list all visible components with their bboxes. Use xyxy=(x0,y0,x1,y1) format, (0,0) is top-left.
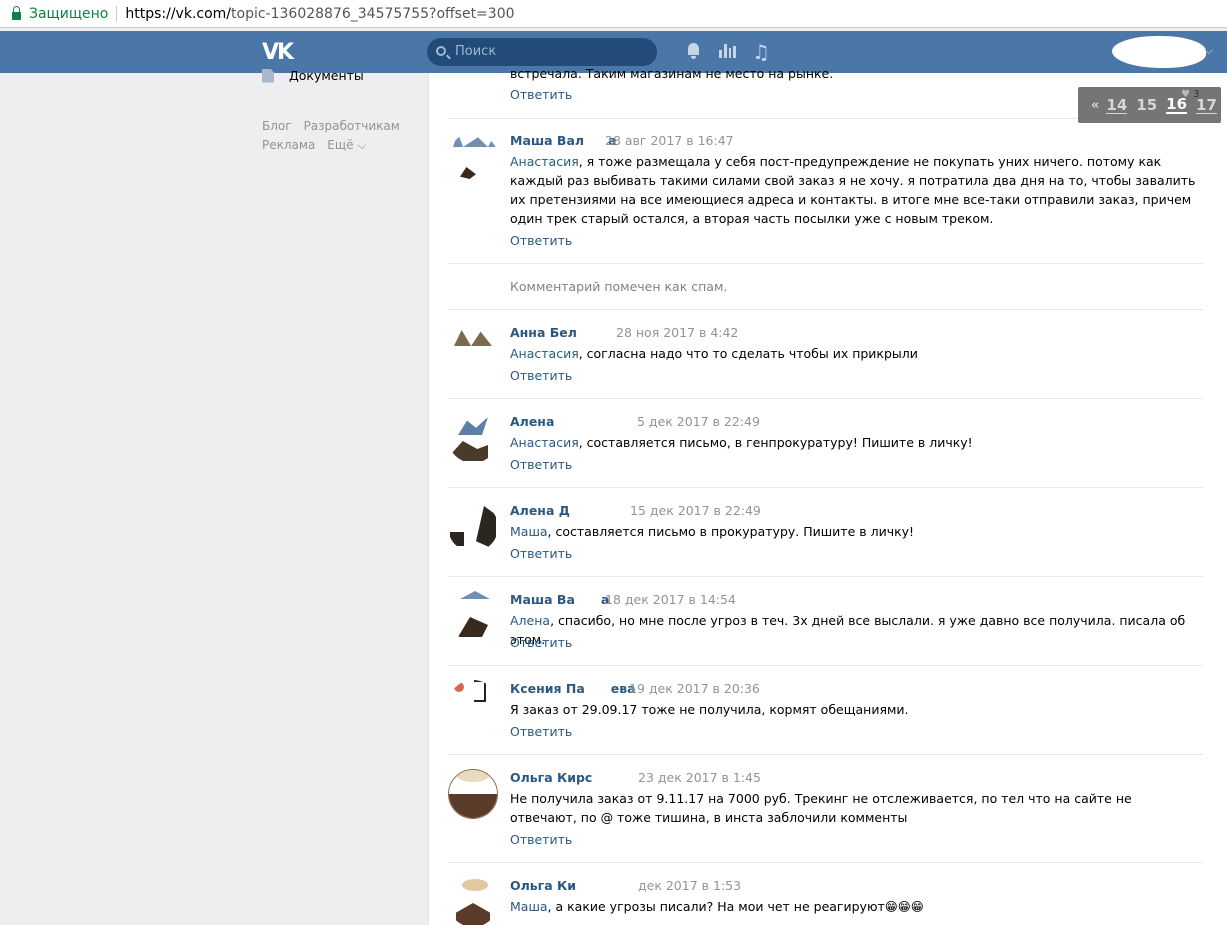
footer-links: Блог Разработчикам Реклама Ещё ⌵ xyxy=(262,117,412,155)
footer-link-ads[interactable]: Реклама xyxy=(262,138,315,152)
browser-address-bar[interactable]: Защищено https://vk.com/topic-136028876_… xyxy=(0,0,1227,28)
search-input[interactable]: Поиск xyxy=(427,38,657,66)
search-placeholder: Поиск xyxy=(455,44,497,59)
comment-author[interactable]: Алена xyxy=(510,414,554,429)
url-path: topic-136028876_34575755?offset=300 xyxy=(231,5,515,22)
comment-date[interactable]: 19 дек 2017 в 20:36 xyxy=(629,681,760,696)
comment-author[interactable]: Ксения Па ева xyxy=(510,681,636,696)
reply-link[interactable]: Ответить xyxy=(510,832,572,847)
footer-link-more[interactable]: Ещё ⌵ xyxy=(327,138,366,152)
pager-page[interactable]: 15 xyxy=(1136,96,1157,114)
like-count[interactable]: ♥ 3 xyxy=(1181,89,1200,100)
comment-author[interactable]: Анна Бел xyxy=(510,325,577,340)
comment-date[interactable]: 28 ноя 2017 в 4:42 xyxy=(616,325,738,340)
comment-author[interactable]: Ольга Кирс xyxy=(510,770,592,785)
pager-page[interactable]: 14 xyxy=(1106,97,1128,114)
comment-text: Не получила заказ от 9.11.17 на 7000 руб… xyxy=(510,791,1132,825)
comment-text: Анастасия, составляется письмо, в генпро… xyxy=(510,435,973,450)
notifications-bell-icon[interactable] xyxy=(686,43,701,59)
vk-logo[interactable]: VK xyxy=(262,40,296,65)
comment-author[interactable]: Маша Вал а xyxy=(510,133,617,148)
pager-prev[interactable]: « xyxy=(1091,98,1099,113)
search-icon xyxy=(436,46,446,56)
reply-link[interactable]: Ответить xyxy=(510,87,572,102)
avatar[interactable] xyxy=(448,133,498,183)
footer-link-blog[interactable]: Блог xyxy=(262,119,292,133)
comment-text: встречала. Таким магазинам не место на р… xyxy=(510,66,834,81)
reply-link[interactable]: Ответить xyxy=(510,368,572,383)
avatar[interactable] xyxy=(448,877,498,925)
mention-link[interactable]: Анастасия xyxy=(510,154,579,169)
menu-item-label: Документы xyxy=(289,68,364,83)
comment-author[interactable]: Ольга Ки xyxy=(510,878,576,893)
reply-link[interactable]: Ответить xyxy=(510,233,572,248)
menu-item-documents[interactable]: Документы xyxy=(262,68,364,83)
avatar[interactable] xyxy=(448,324,498,374)
list-item: Ольга Кирс 23 дек 2017 в 1:45 Не получил… xyxy=(448,755,1203,863)
list-item: Маша Вал а 28 авг 2017 в 16:47 Анастасия,… xyxy=(448,119,1203,264)
heart-icon: ♥ xyxy=(1181,89,1190,100)
comment-text: Маша, составляется письмо в прокуратуру.… xyxy=(510,524,915,539)
comment-date[interactable]: дек 2017 в 1:53 xyxy=(638,878,741,893)
pagination: « 14 15 16 17 xyxy=(1078,87,1221,123)
comment-text: Анастасия, я тоже размещала у себя пост-… xyxy=(510,154,1196,226)
topic-comments: встречала. Таким магазинам не место на р… xyxy=(428,66,1227,925)
footer-link-developers[interactable]: Разработчикам xyxy=(304,119,400,133)
avatar[interactable] xyxy=(448,413,498,463)
url-host: https://vk.com/ xyxy=(125,5,232,22)
list-item: Ольга Ки дек 2017 в 1:53 Маша, а какие у… xyxy=(448,863,1203,925)
spam-notice: Комментарий помечен как спам. xyxy=(510,279,728,294)
comment-date[interactable]: 15 дек 2017 в 22:49 xyxy=(630,503,761,518)
list-item: Ксения Па ева 19 дек 2017 в 20:36 Я заказ… xyxy=(448,666,1203,755)
list-item: Комментарий помечен как спам. xyxy=(448,264,1203,310)
music-note-icon[interactable]: ♫ xyxy=(752,40,770,64)
comment-text: Алена, спасибо, но мне после угроз в теч… xyxy=(510,613,1186,647)
list-item: Алена 5 дек 2017 в 22:49 Анастасия, сост… xyxy=(448,399,1203,488)
comment-text: Анастасия, согласна надо что то сделать … xyxy=(510,346,918,361)
mention-link[interactable]: Алена xyxy=(510,613,550,628)
reply-link[interactable]: Ответить xyxy=(510,635,572,650)
list-item: Алена Д 15 дек 2017 в 22:49 Маша, состав… xyxy=(448,488,1203,577)
avatar[interactable] xyxy=(448,769,498,819)
lock-icon xyxy=(12,5,21,20)
secure-label: Защищено xyxy=(29,5,109,22)
mention-link[interactable]: Маша xyxy=(510,524,548,539)
list-item: Маша Ва а 18 дек 2017 в 14:54 Алена, спас… xyxy=(448,577,1203,666)
comment-date[interactable]: 5 дек 2017 в 22:49 xyxy=(637,414,760,429)
reply-link[interactable]: Ответить xyxy=(510,546,572,561)
comment-text: Маша, а какие угрозы писали? На мои чет … xyxy=(510,899,924,914)
document-icon xyxy=(262,68,274,83)
mention-link[interactable]: Маша xyxy=(510,899,548,914)
list-item: Анна Бел 28 ноя 2017 в 4:42 Анастасия, с… xyxy=(448,310,1203,399)
reply-link[interactable]: Ответить xyxy=(510,724,572,739)
comment-date[interactable]: 28 авг 2017 в 16:47 xyxy=(605,133,734,148)
comment-text: Я заказ от 29.09.17 тоже не получила, ко… xyxy=(510,702,909,717)
comment-author[interactable]: Алена Д xyxy=(510,503,570,518)
equalizer-icon[interactable] xyxy=(719,44,736,58)
mention-link[interactable]: Анастасия xyxy=(510,435,579,450)
avatar[interactable] xyxy=(448,502,498,552)
avatar[interactable] xyxy=(448,680,498,730)
address-separator xyxy=(116,5,118,22)
mention-link[interactable]: Анастасия xyxy=(510,346,579,361)
comment-author[interactable]: Маша Ва а xyxy=(510,592,609,607)
reply-link[interactable]: Ответить xyxy=(510,457,572,472)
comment-date[interactable]: 23 дек 2017 в 1:45 xyxy=(638,770,761,785)
comment-date[interactable]: 18 дек 2017 в 14:54 xyxy=(605,592,736,607)
avatar[interactable] xyxy=(448,591,498,641)
chevron-down-icon[interactable]: ⌵ xyxy=(1204,43,1213,58)
